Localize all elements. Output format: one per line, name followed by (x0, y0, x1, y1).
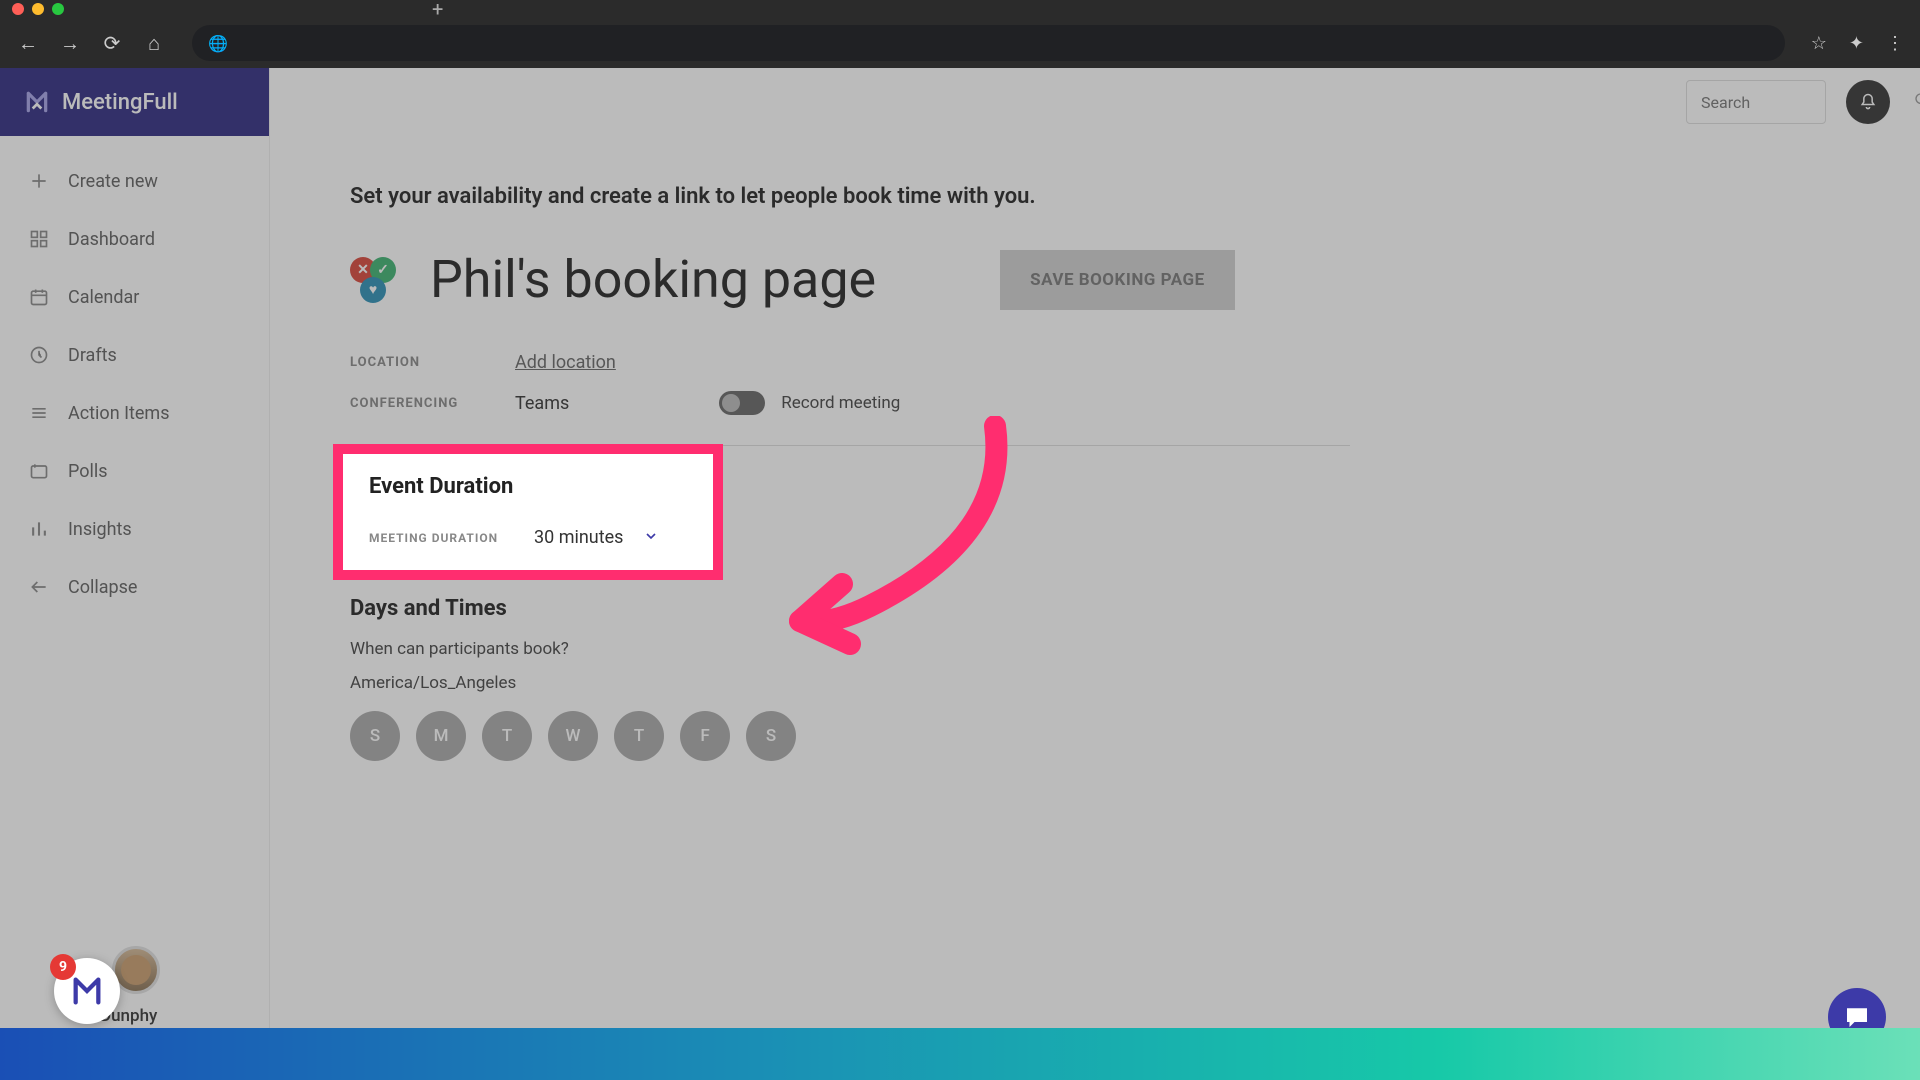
poll-icon (28, 460, 50, 482)
conferencing-label: CONFERENCING (350, 396, 515, 411)
day-sun[interactable]: S (350, 711, 400, 761)
record-label: Record meeting (781, 393, 900, 413)
event-duration-section: Event Duration MEETING DURATION 30 minut… (335, 446, 721, 578)
sidebar: MeetingFull Create new Dashboard Calenda… (0, 68, 270, 1080)
notifications-button[interactable] (1846, 80, 1890, 124)
sidebar-item-label: Calendar (68, 287, 139, 308)
browser-menu-icon[interactable]: ⋮ (1886, 33, 1904, 54)
home-button[interactable]: ⌂ (142, 31, 166, 56)
grid-icon (28, 228, 50, 250)
day-tue[interactable]: T (482, 711, 532, 761)
day-thu[interactable]: T (614, 711, 664, 761)
location-label: LOCATION (350, 355, 515, 370)
topbar (270, 68, 1920, 136)
day-wed[interactable]: W (548, 711, 598, 761)
sidebar-item-label: Drafts (68, 345, 117, 366)
browser-tab-strip: + (0, 0, 1920, 18)
sidebar-item-label: Action Items (68, 403, 170, 424)
title-row: ✕ ✓ ♥ Phil's booking page SAVE BOOKING P… (350, 249, 1840, 310)
event-duration-title: Event Duration (369, 474, 687, 499)
meeting-duration-row: MEETING DURATION 30 minutes (369, 527, 687, 548)
sidebar-item-create-new[interactable]: Create new (0, 152, 269, 210)
calendar-icon (28, 286, 50, 308)
conferencing-row: CONFERENCING Teams Record meeting (350, 391, 1840, 415)
list-icon (28, 402, 50, 424)
arrow-left-icon (28, 576, 50, 598)
location-row: LOCATION Add location (350, 352, 1840, 373)
chevron-down-icon[interactable] (643, 528, 659, 548)
sidebar-item-drafts[interactable]: Drafts (0, 326, 269, 384)
search-input[interactable] (1686, 80, 1826, 124)
sidebar-item-dashboard[interactable]: Dashboard (0, 210, 269, 268)
plus-icon (28, 170, 50, 192)
sidebar-item-calendar[interactable]: Calendar (0, 268, 269, 326)
days-times-title: Days and Times (350, 596, 1840, 621)
back-button[interactable]: ← (16, 31, 40, 56)
browser-toolbar: ← → ⟳ ⌂ 🌐 ☆ ✦ ⋮ (0, 18, 1920, 68)
sidebar-item-polls[interactable]: Polls (0, 442, 269, 500)
brand-name: MeetingFull (62, 90, 178, 115)
badge-count: 9 (50, 954, 76, 980)
sidebar-item-collapse[interactable]: Collapse (0, 558, 269, 616)
sidebar-item-label: Collapse (68, 577, 137, 598)
maybe-icon: ♥ (360, 277, 386, 303)
timezone-value[interactable]: America/Los_Angeles (350, 673, 1840, 693)
minimize-window-button[interactable] (32, 3, 44, 15)
reload-button[interactable]: ⟳ (100, 31, 124, 55)
day-fri[interactable]: F (680, 711, 730, 761)
new-tab-button[interactable]: + (432, 0, 443, 21)
bottom-gradient-bar (0, 1028, 1920, 1080)
meeting-duration-label: MEETING DURATION (369, 531, 534, 545)
close-window-button[interactable] (12, 3, 24, 15)
sidebar-item-insights[interactable]: Insights (0, 500, 269, 558)
sidebar-item-action-items[interactable]: Action Items (0, 384, 269, 442)
extensions-icon[interactable]: ✦ (1849, 33, 1864, 54)
sidebar-item-label: Polls (68, 461, 108, 482)
record-toggle[interactable] (719, 391, 765, 415)
app-container: MeetingFull Create new Dashboard Calenda… (0, 68, 1920, 1080)
sidebar-item-label: Create new (68, 171, 158, 192)
day-sat[interactable]: S (746, 711, 796, 761)
search-icon (1914, 92, 1920, 112)
days-times-sub: When can participants book? (350, 639, 1840, 659)
bars-icon (28, 518, 50, 540)
bookmark-icon[interactable]: ☆ (1811, 33, 1827, 54)
maximize-window-button[interactable] (52, 3, 64, 15)
conferencing-value[interactable]: Teams (515, 393, 569, 414)
days-row: S M T W T F S (350, 711, 1840, 761)
page-intro: Set your availability and create a link … (350, 184, 1840, 209)
address-bar[interactable]: 🌐 (192, 25, 1785, 61)
save-button[interactable]: SAVE BOOKING PAGE (1000, 250, 1235, 310)
sidebar-item-label: Dashboard (68, 229, 155, 250)
brand-logo-icon (24, 89, 50, 115)
page-title: Phil's booking page (430, 249, 876, 310)
sidebar-nav: Create new Dashboard Calendar Drafts Act… (0, 136, 269, 632)
day-mon[interactable]: M (416, 711, 466, 761)
site-info-icon: 🌐 (208, 34, 228, 53)
app-logo-icon (70, 974, 104, 1008)
booking-page-icon: ✕ ✓ ♥ (350, 257, 396, 303)
window-controls (12, 3, 64, 15)
meeting-duration-value[interactable]: 30 minutes (534, 527, 623, 548)
add-location-link[interactable]: Add location (515, 352, 616, 373)
forward-button[interactable]: → (58, 31, 82, 56)
clock-icon (28, 344, 50, 366)
brand-header: MeetingFull (0, 68, 269, 136)
main-content: Set your availability and create a link … (270, 136, 1920, 1080)
sidebar-item-label: Insights (68, 519, 132, 540)
bell-icon (1858, 92, 1878, 112)
app-badge[interactable]: 9 (54, 958, 120, 1024)
annotation-arrow (750, 416, 1030, 676)
